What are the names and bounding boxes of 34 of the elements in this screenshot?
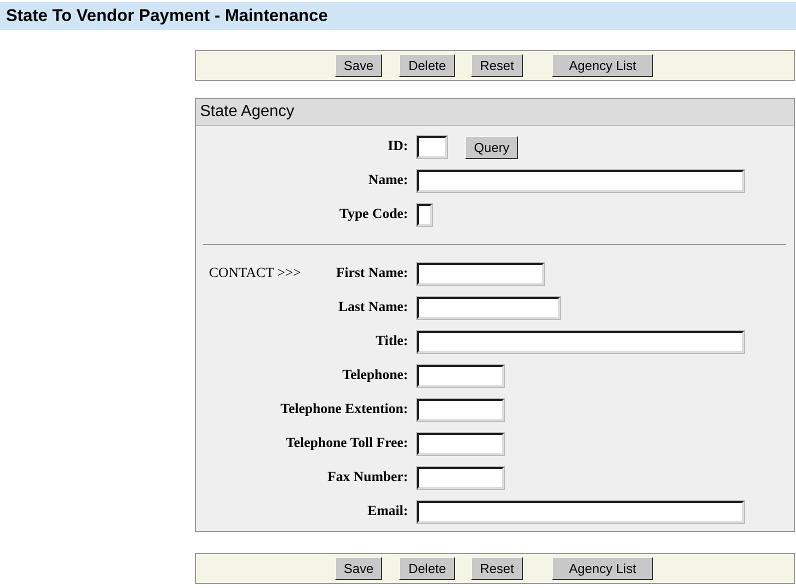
field-label: Fax Number: [328,470,408,486]
field-label: Telephone: [342,368,408,384]
field-label: Name: [368,173,408,189]
input-field[interactable] [417,331,744,353]
field-label: Last Name: [338,300,408,316]
page-title: State To Vendor Payment - Maintenance [0,2,796,30]
field-label: Title: [376,334,408,350]
input-field[interactable] [417,467,504,489]
field-label: First Name: [336,266,408,282]
field-label: ID: [388,139,408,155]
input-field[interactable] [417,365,504,387]
input-field[interactable] [417,399,504,421]
field-label: Email: [368,504,408,520]
input-field[interactable] [417,263,544,285]
input-field[interactable] [417,433,504,455]
save-button[interactable]: Save [334,54,382,77]
field-label: Telephone Toll Free: [286,436,408,452]
panel-title: State Agency [196,99,794,126]
field-label: Type Code: [339,207,408,223]
reset-button[interactable]: Reset [471,557,523,580]
input-field[interactable] [417,297,560,319]
agency-list-button[interactable]: Agency List [552,54,654,77]
reset-button[interactable]: Reset [471,54,523,77]
delete-button[interactable]: Delete [399,557,456,580]
delete-button[interactable]: Delete [399,54,456,77]
input-field[interactable] [417,204,432,226]
save-button[interactable]: Save [334,557,382,580]
input-field[interactable] [417,170,744,192]
query-button[interactable]: Query [465,136,518,158]
input-field[interactable] [417,501,744,523]
agency-list-button[interactable]: Agency List [552,557,654,580]
input-field[interactable] [417,136,447,158]
section-label: CONTACT >>> [208,266,301,282]
field-label: Telephone Extention: [280,402,408,418]
